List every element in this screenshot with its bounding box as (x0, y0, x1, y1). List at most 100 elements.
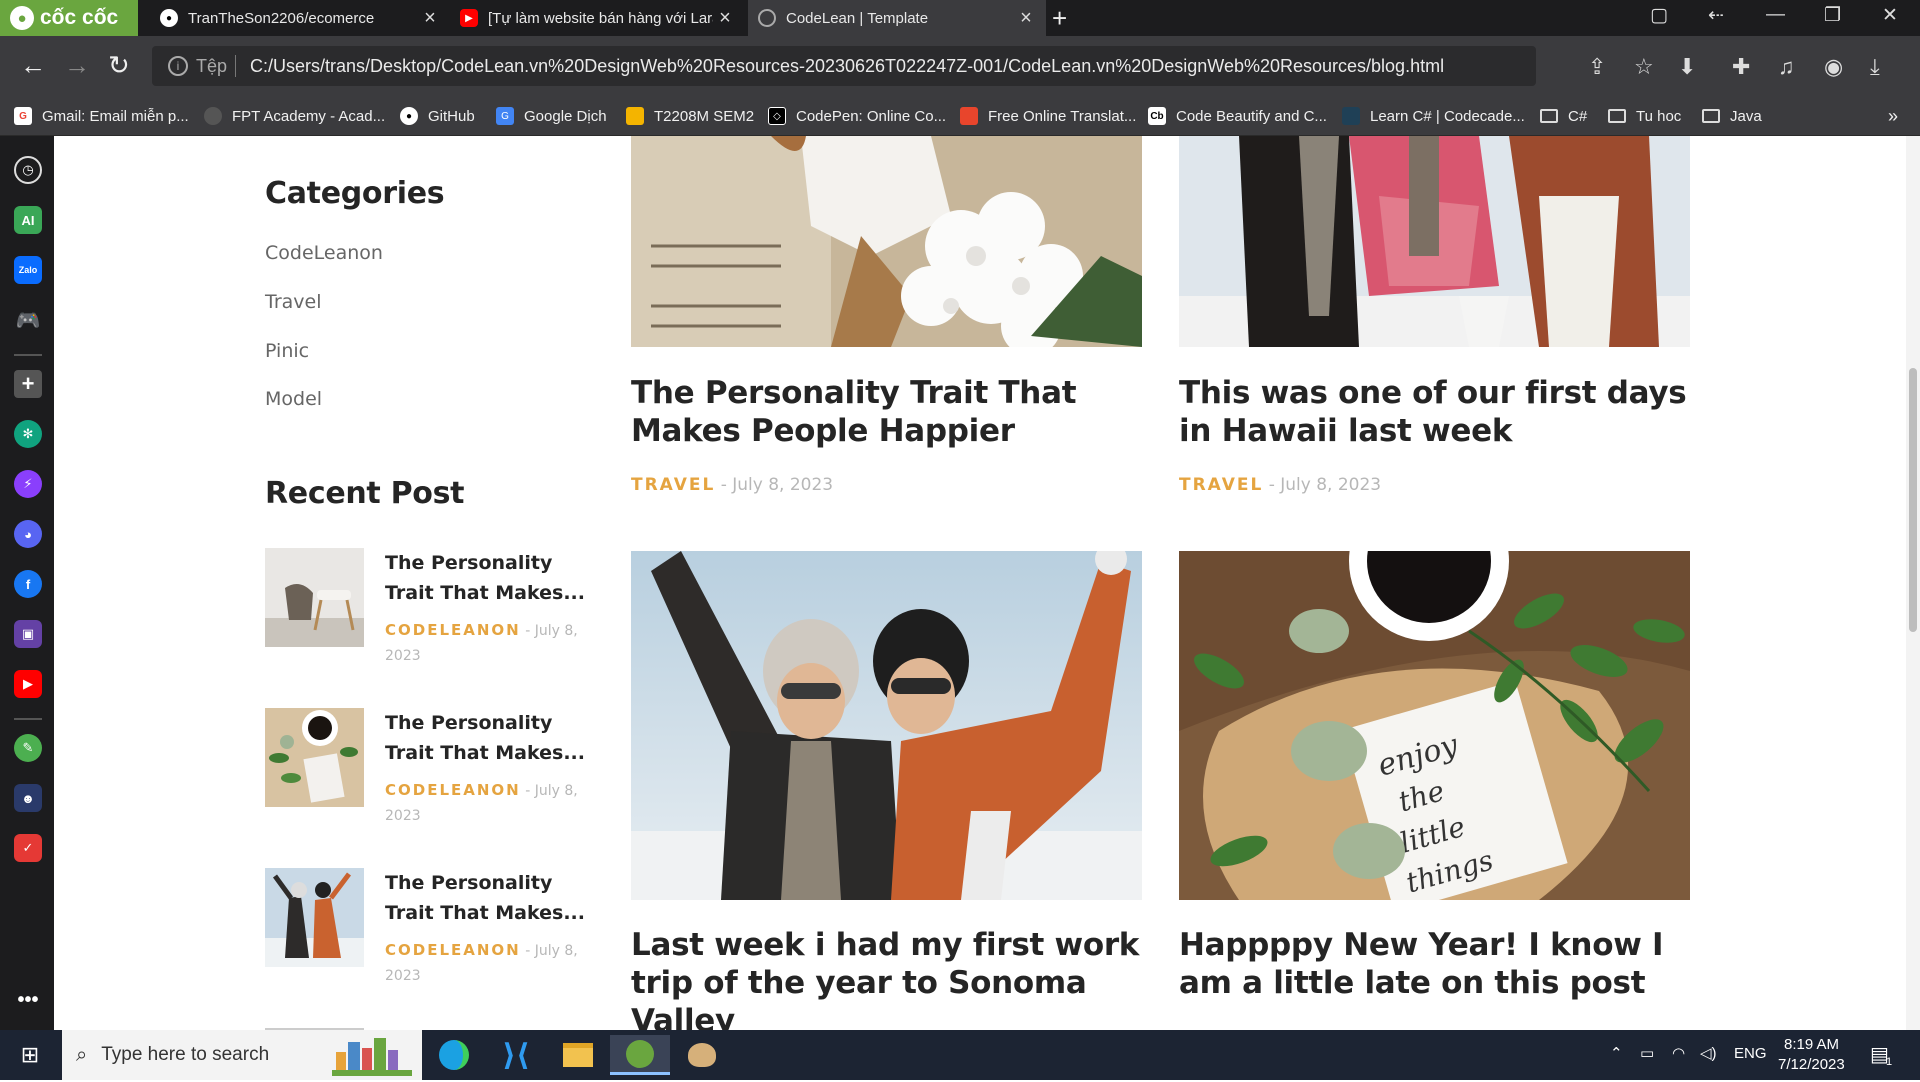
post-tag[interactable]: TRAVEL (631, 475, 715, 495)
close-tab-icon[interactable]: × (1014, 7, 1038, 30)
post-tag[interactable]: TRAVEL (1179, 475, 1263, 495)
minimize-icon[interactable]: — (1766, 4, 1785, 26)
game-avatar-icon[interactable]: ☻ (14, 784, 42, 812)
twitch-icon[interactable]: ▣ (14, 620, 42, 648)
bookmark-star-icon[interactable]: ☆ (1634, 54, 1654, 80)
tab-github[interactable]: ● TranTheSon2206/ecomerce × (150, 0, 450, 36)
recent-post-tag[interactable]: CODELEANON (385, 781, 521, 799)
edge-browser-icon[interactable] (424, 1035, 484, 1075)
globe-icon (204, 107, 222, 125)
new-tab-icon[interactable]: + (1052, 3, 1067, 34)
reload-icon[interactable]: ↻ (108, 50, 130, 81)
post-image[interactable] (631, 136, 1142, 347)
more-bookmarks-icon[interactable]: » (1888, 104, 1898, 128)
bookmark-codecademy[interactable]: Learn C# | Codecade... (1342, 104, 1525, 128)
bookmark-fpt[interactable]: FPT Academy - Acad... (204, 104, 385, 128)
back-to-icon[interactable]: ⇠ (1708, 4, 1724, 27)
address-url[interactable]: C:/Users/trans/Desktop/CodeLean.vn%20Des… (250, 56, 1444, 77)
tray-chevron-icon[interactable]: ⌃ (1610, 1044, 1623, 1062)
language-indicator[interactable]: ENG (1734, 1045, 1767, 1062)
recent-post-thumbnail[interactable] (265, 868, 364, 967)
coccoc-taskbar-icon[interactable] (610, 1035, 670, 1075)
bookmark-classroom[interactable]: T2208M SEM2 (626, 104, 754, 128)
address-bar[interactable]: i Tệp C:/Users/trans/Desktop/CodeLean.vn… (152, 46, 1536, 86)
folder-icon (1702, 109, 1720, 123)
bookmark-github[interactable]: ● GitHub (400, 104, 475, 128)
clock-date[interactable]: 7/12/2023 (1778, 1056, 1845, 1073)
volume-icon[interactable]: ◁) (1700, 1044, 1717, 1062)
post-image[interactable]: enjoy the little things (1179, 551, 1690, 900)
recent-post-title[interactable]: The Personality Trait That Makes... (385, 708, 605, 768)
bookmark-google-translate[interactable]: G Google Dịch (496, 104, 607, 128)
extension-icon[interactable]: ✎ (14, 734, 42, 762)
paint-icon[interactable] (672, 1035, 732, 1075)
back-arrow-icon[interactable]: ← (20, 50, 46, 81)
bookmark-codepen[interactable]: ◇ CodePen: Online Co... (768, 104, 946, 128)
zalo-icon[interactable]: Zalo (14, 256, 42, 284)
clock-time[interactable]: 8:19 AM (1784, 1036, 1839, 1053)
wifi-icon[interactable]: ◠ (1672, 1044, 1685, 1062)
downloads-icon[interactable]: ⤓ (1870, 54, 1880, 80)
ai-assistant-icon[interactable]: AI (14, 206, 42, 234)
more-options-icon[interactable]: ••• (14, 986, 42, 1014)
todo-check-icon[interactable]: ✓ (14, 834, 42, 862)
bookmark-folder-java[interactable]: Java (1702, 104, 1762, 128)
download-page-icon[interactable]: ⬇ (1678, 54, 1696, 80)
site-info-icon[interactable]: i (168, 56, 188, 76)
history-icon[interactable]: ◷ (14, 156, 42, 184)
page-scrollbar[interactable] (1906, 136, 1920, 1030)
bookmark-label: Java (1730, 107, 1762, 125)
bookmark-label: FPT Academy - Acad... (232, 107, 386, 125)
restore-icon[interactable]: ❐ (1824, 4, 1841, 27)
playlist-icon[interactable]: ♫ (1778, 54, 1795, 80)
bookmark-folder-tuhoc[interactable]: Tu hoc (1608, 104, 1681, 128)
game-controller-icon[interactable]: 🎮 (14, 306, 42, 334)
messenger-icon[interactable]: ⚡ (14, 470, 42, 498)
forward-arrow-icon[interactable]: → (64, 50, 90, 81)
bookmark-label: CodePen: Online Co... (796, 107, 947, 125)
post-title[interactable]: Happppy New Year! I know I am a little l… (1179, 926, 1690, 1002)
category-link-travel[interactable]: Travel (265, 291, 321, 313)
profile-icon[interactable]: ◉ (1824, 54, 1843, 80)
bookmark-codebeautify[interactable]: Cb Code Beautify and C... (1148, 104, 1327, 128)
scrollbar-thumb[interactable] (1909, 368, 1917, 632)
windows-start-icon[interactable]: ⊞ (0, 1035, 60, 1075)
recent-post-title[interactable]: The Personality Trait That Makes... (385, 868, 605, 928)
close-tab-icon[interactable]: × (713, 7, 737, 30)
recent-post-thumbnail[interactable] (265, 548, 364, 647)
folder-icon (1608, 109, 1626, 123)
tab-codelean[interactable]: CodeLean | Template × (748, 0, 1046, 36)
recent-post-thumbnail[interactable] (265, 708, 364, 807)
screenshot-icon[interactable]: ▢ (1650, 4, 1668, 27)
recent-post-tag[interactable]: CODELEANON (385, 941, 521, 959)
post-image[interactable] (631, 551, 1142, 900)
category-link-model[interactable]: Model (265, 388, 322, 410)
vscode-icon[interactable]: ⟩⟨ (486, 1035, 546, 1075)
facebook-icon[interactable]: f (14, 570, 42, 598)
post-title[interactable]: Last week i had my first work trip of th… (631, 926, 1142, 1030)
bookmark-translator[interactable]: Free Online Translat... (960, 104, 1136, 128)
category-link-pinic[interactable]: Pinic (265, 340, 309, 362)
share-icon[interactable]: ⇪ (1588, 54, 1606, 80)
bookmark-folder-csharp[interactable]: C# (1540, 104, 1587, 128)
close-tab-icon[interactable]: × (418, 7, 442, 30)
taskbar-search-box[interactable]: ⌕ Type here to search (62, 1030, 422, 1080)
post-image[interactable] (1179, 136, 1690, 347)
youtube-icon[interactable]: ▶ (14, 670, 42, 698)
file-explorer-icon[interactable] (548, 1035, 608, 1075)
post-title[interactable]: This was one of our first days in Hawaii… (1179, 374, 1690, 450)
battery-icon[interactable]: ▭ (1640, 1044, 1654, 1062)
recent-post-title[interactable]: The Personality Trait That Makes... (385, 548, 605, 608)
discord-icon[interactable]: ◕ (14, 520, 42, 548)
extensions-icon[interactable]: ✚ (1732, 54, 1750, 80)
category-link-codeleanon[interactable]: CodeLeanon (265, 242, 383, 264)
rail-divider (14, 718, 42, 720)
recent-post-tag[interactable]: CODELEANON (385, 621, 521, 639)
close-window-icon[interactable]: ✕ (1882, 4, 1898, 27)
add-panel-icon[interactable]: + (14, 370, 42, 398)
bookmark-gmail[interactable]: G Gmail: Email miễn p... (14, 104, 189, 128)
coccoc-menu-button[interactable]: ● cốc cốc (0, 0, 138, 36)
chatgpt-icon[interactable]: ✻ (14, 420, 42, 448)
post-title[interactable]: The Personality Trait That Makes People … (631, 374, 1142, 450)
tab-youtube[interactable]: ▶ [Tự làm website bán hàng với Lara × (450, 0, 745, 36)
